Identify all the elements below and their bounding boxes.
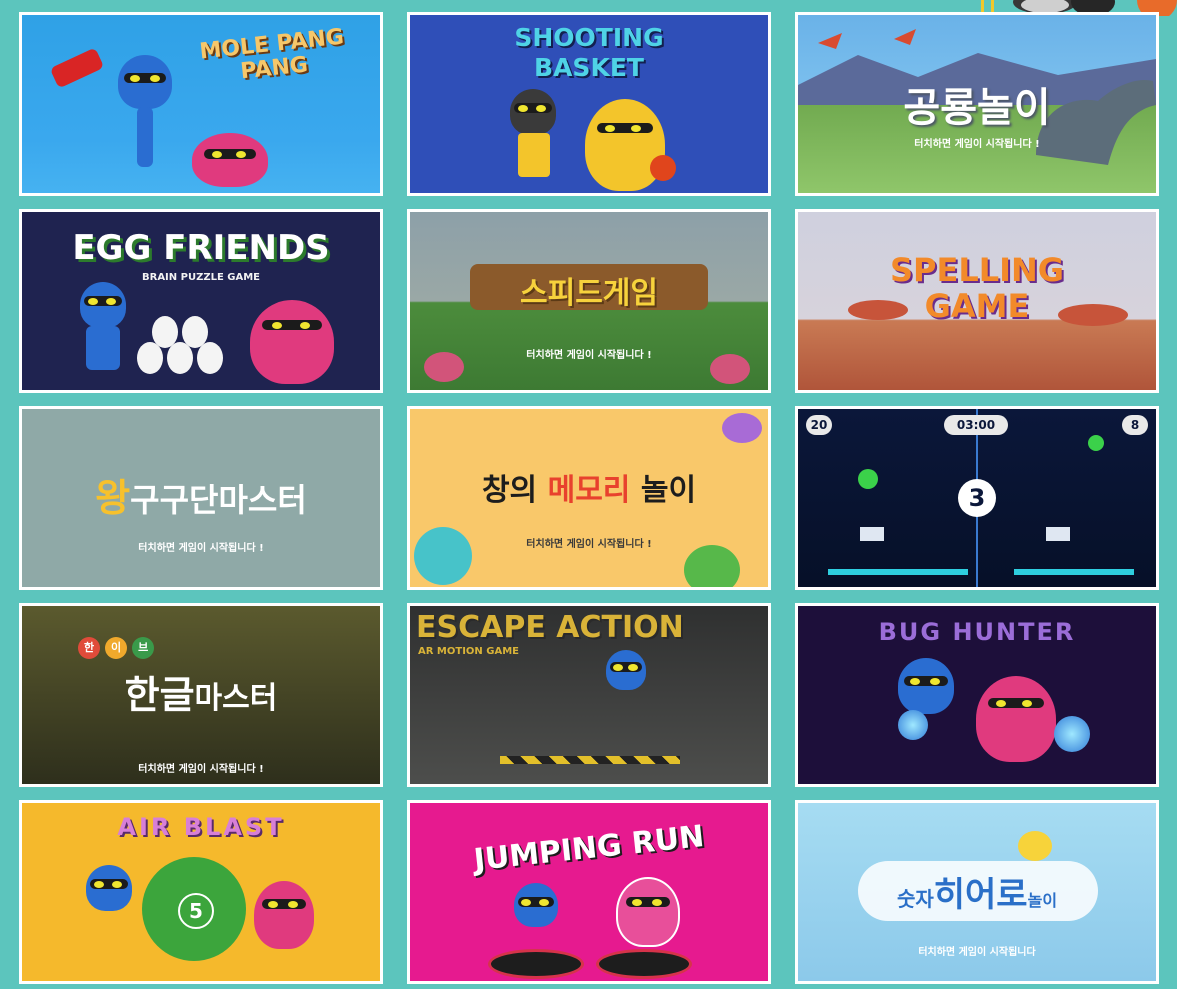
badge-char: 이 <box>105 637 128 659</box>
game-card-egg-friends[interactable]: EGG FRIENDS BRAIN PUZZLE GAME <box>19 209 383 393</box>
game-card-bug-hunter[interactable]: BUG HUNTER <box>795 603 1159 787</box>
blue-character <box>80 282 126 328</box>
game-card-mole-pang-pang[interactable]: MOLE PANG PANG <box>19 12 383 196</box>
game-title: 스피드게임 <box>520 276 658 311</box>
game-card-spelling-game[interactable]: SPELLING GAME <box>795 209 1159 393</box>
bug-icon <box>858 469 878 489</box>
start-hint: 터치하면 게임이 시작됩니다 ! <box>914 139 1040 150</box>
badge-char: 한 <box>78 637 100 659</box>
timer: 03:00 <box>944 415 1008 435</box>
game-title: 공룡놀이 <box>903 85 1051 131</box>
title-highlight: 메모리 <box>547 473 631 508</box>
game-card-air-blast[interactable]: AIR BLAST 5 <box>19 800 383 984</box>
game-grid: MOLE PANG PANG SHOOTING BASKET 공룡놀이 터치하면… <box>19 12 1159 984</box>
blue-character-body <box>137 107 153 167</box>
dark-character <box>510 89 556 135</box>
start-hint: 터치하면 게임이 시작됩니다 ! <box>138 543 264 554</box>
energy-bar <box>1014 569 1134 575</box>
game-card-memory-play[interactable]: 창의 메모리 놀이 터치하면 게임이 시작됩니다 ! <box>407 406 771 590</box>
title-prefix: 숫자 <box>896 887 934 911</box>
energy-bar <box>828 569 968 575</box>
title-prefix: 왕 <box>95 476 131 520</box>
duck-icon <box>1018 831 1052 861</box>
blue-character-body <box>86 326 120 370</box>
game-title: MOLE PANG PANG <box>198 24 346 85</box>
flower-icon <box>710 354 750 384</box>
trampoline-icon <box>488 949 584 979</box>
monster-icon <box>684 545 740 587</box>
countdown: 3 <box>958 479 996 517</box>
title-highlight: 히어로 <box>933 875 1028 915</box>
monster-icon <box>722 413 762 443</box>
title-prefix: 한글 <box>124 673 195 717</box>
pink-character <box>250 300 334 384</box>
game-card-shooting-basket[interactable]: SHOOTING BASKET <box>407 12 771 196</box>
game-card-jumping-run[interactable]: JUMPING RUN <box>407 800 771 984</box>
game-title: JUMPING RUN <box>472 819 706 878</box>
monster-icon <box>414 527 472 585</box>
game-subtitle: BRAIN PUZZLE GAME <box>142 272 260 283</box>
game-title: 숫자히어로놀이 <box>798 867 1156 916</box>
hammer-icon <box>49 47 105 89</box>
badge-char: 브 <box>132 637 155 659</box>
game-card-number-hero[interactable]: 숫자히어로놀이 터치하면 게임이 시작됩니다 <box>795 800 1159 984</box>
pink-character <box>616 877 680 947</box>
game-card-dinosaur[interactable]: 공룡놀이 터치하면 게임이 시작됩니다 ! <box>795 12 1159 196</box>
game-title: 한글마스터 <box>22 664 380 719</box>
hazard-stripe <box>500 756 680 764</box>
game-card-hangul-master[interactable]: 한 이 브 한글마스터 터치하면 게임이 시작됩니다 ! <box>19 603 383 787</box>
egg-icon <box>137 342 163 374</box>
blue-character <box>86 865 132 911</box>
blue-character <box>898 658 954 714</box>
pink-character <box>192 133 268 187</box>
title-main: 구구단마스터 <box>130 481 307 519</box>
blue-character <box>514 883 558 927</box>
ship-icon <box>1046 527 1070 541</box>
title-main: 놀이 <box>1027 891 1058 910</box>
game-title: EGG FRIENDS <box>72 228 330 268</box>
game-card-space-battle[interactable]: 20 03:00 8 3 <box>795 406 1159 590</box>
game-title: SPELLING GAME <box>889 251 1065 325</box>
game-title: 창의 메모리 놀이 <box>410 465 768 509</box>
right-score: 8 <box>1122 415 1148 435</box>
game-title: AIR BLAST <box>117 813 285 841</box>
pink-character <box>254 881 314 949</box>
egg-icon <box>167 342 193 374</box>
game-card-speed-game[interactable]: 스피드게임 터치하면 게임이 시작됩니다 ! <box>407 209 771 393</box>
egg-icon <box>197 342 223 374</box>
pink-character <box>976 676 1056 762</box>
game-subtitle: AR MOTION GAME <box>418 646 519 657</box>
bug-icon <box>1088 435 1104 451</box>
left-score: 20 <box>806 415 832 435</box>
game-title: ESCAPE ACTION <box>416 610 684 645</box>
blue-character <box>606 650 646 690</box>
basketball-icon <box>650 155 676 181</box>
game-title: BUG HUNTER <box>878 618 1076 646</box>
start-hint: 터치하면 게임이 시작됩니다 ! <box>138 764 264 775</box>
blue-character <box>118 55 172 109</box>
title-main: 마스터 <box>194 681 278 716</box>
yellow-jersey <box>518 133 550 177</box>
flower-icon <box>424 352 464 382</box>
bubble-icon <box>1054 716 1090 752</box>
game-card-escape-action[interactable]: ESCAPE ACTION AR MOTION GAME <box>407 603 771 787</box>
bubble-icon <box>898 710 928 740</box>
title-prefix: 창의 <box>481 473 538 508</box>
trampoline-icon <box>596 949 692 979</box>
ship-icon <box>860 527 884 541</box>
green-ball: 5 <box>142 857 246 961</box>
title-badge: 한 이 브 <box>78 636 155 659</box>
game-card-multiplication-master[interactable]: 왕구구단마스터 터치하면 게임이 시작됩니다 ! <box>19 406 383 590</box>
game-title: SHOOTING BASKET <box>514 23 664 82</box>
title-main: 놀이 <box>640 473 697 508</box>
ball-number: 5 <box>178 893 214 929</box>
game-title: 왕구구단마스터 <box>22 467 380 522</box>
start-hint: 터치하면 게임이 시작됩니다 <box>918 947 1036 958</box>
